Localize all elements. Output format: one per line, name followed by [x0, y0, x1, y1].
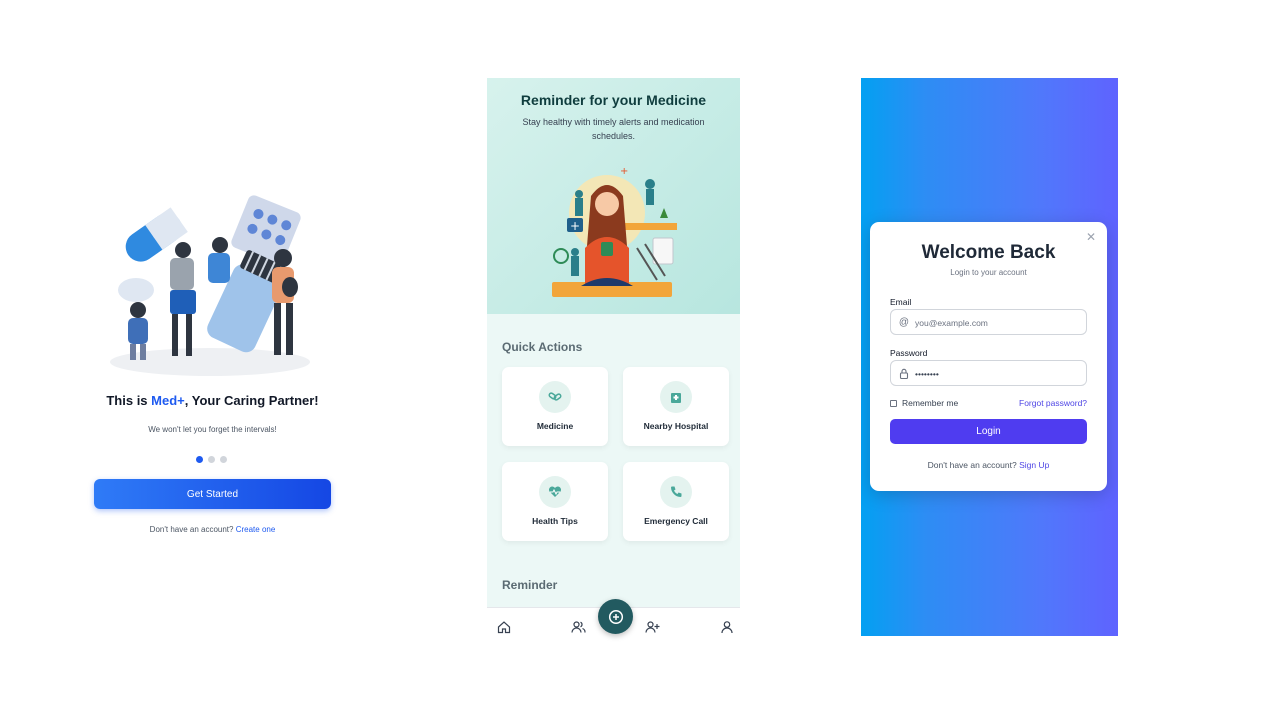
emergency-call-label: Emergency Call: [644, 516, 708, 526]
pager-dot[interactable]: [220, 456, 227, 463]
login-modal: ✕ Welcome Back Login to your account Ema…: [870, 222, 1107, 491]
medicine-label: Medicine: [536, 421, 574, 431]
forgot-password-link[interactable]: Forgot password?: [1019, 398, 1087, 408]
footer-text: Don't have an account?: [149, 525, 234, 534]
login-screen: ✕ Welcome Back Login to your account Ema…: [861, 78, 1118, 636]
login-footer-text: Don't have an account?: [927, 460, 1017, 470]
title-suffix: , Your Caring Partner!: [184, 393, 319, 408]
hero-title: Reminder for your Medicine: [520, 92, 707, 108]
create-account-link[interactable]: Create one: [236, 525, 276, 534]
home-icon[interactable]: [495, 618, 513, 636]
login-footer: Don't have an account? Sign Up: [870, 460, 1107, 470]
profile-icon[interactable]: [718, 618, 736, 636]
medicine-card[interactable]: Medicine: [502, 367, 608, 446]
onboarding-screen: This is Med+, Your Caring Partner! We wo…: [90, 180, 335, 550]
brand-name: Med+: [151, 393, 185, 408]
pager-dot-active[interactable]: [196, 456, 203, 463]
phone-icon: [660, 476, 692, 508]
family-with-medicine-illustration: [110, 195, 310, 376]
remember-me[interactable]: Remember me: [890, 398, 958, 408]
remember-label: Remember me: [902, 398, 959, 408]
onboarding-subtitle: We won't let you forget the intervals!: [148, 425, 277, 434]
email-label: Email: [890, 297, 912, 307]
lock-icon: [898, 367, 910, 379]
title-prefix: This is: [106, 393, 152, 408]
user-plus-icon[interactable]: [643, 618, 661, 636]
sign-up-link[interactable]: Sign Up: [1019, 460, 1049, 470]
login-button[interactable]: Login: [890, 419, 1087, 444]
remember-checkbox[interactable]: [890, 399, 897, 407]
users-icon[interactable]: [569, 618, 587, 636]
at-sign-icon: @: [898, 316, 910, 328]
onboarding-title: This is Med+, Your Caring Partner!: [90, 393, 335, 408]
hero-banner: Reminder for your Medicine Stay healthy …: [487, 78, 740, 314]
nearby-hospital-card[interactable]: Nearby Hospital: [623, 367, 729, 446]
reminder-title: Reminder: [502, 578, 558, 592]
emergency-call-card[interactable]: Emergency Call: [623, 462, 729, 541]
heartbeat-icon: [539, 476, 571, 508]
add-circle-button[interactable]: [598, 599, 633, 634]
pills-icon: [539, 381, 571, 413]
password-label: Password: [890, 348, 928, 358]
onboarding-footer: Don't have an account? Create one: [90, 525, 335, 534]
hero-subtitle: Stay healthy with timely alerts and medi…: [522, 117, 705, 141]
email-field: @: [890, 309, 1087, 335]
add-circle-icon: [608, 609, 623, 624]
password-field: [890, 360, 1087, 386]
health-tips-label: Health Tips: [532, 516, 578, 526]
quick-actions-title: Quick Actions: [502, 340, 583, 354]
pager-dots: [196, 456, 227, 464]
email-input[interactable]: [915, 314, 1083, 331]
svg-text:+: +: [620, 168, 628, 177]
health-tips-card[interactable]: Health Tips: [502, 462, 608, 541]
password-input[interactable]: [915, 365, 1083, 382]
login-title: Welcome Back: [921, 242, 1056, 263]
login-subtitle: Login to your account: [950, 268, 1027, 277]
get-started-button[interactable]: Get Started: [94, 479, 331, 509]
svg-text:+: +: [570, 219, 580, 233]
hospital-icon: [660, 381, 692, 413]
home-screen: Reminder for your Medicine Stay healthy …: [487, 78, 740, 646]
pager-dot[interactable]: [208, 456, 215, 463]
woman-with-medicine-illustration: + +: [552, 168, 677, 297]
nearby-hospital-label: Nearby Hospital: [643, 421, 709, 431]
